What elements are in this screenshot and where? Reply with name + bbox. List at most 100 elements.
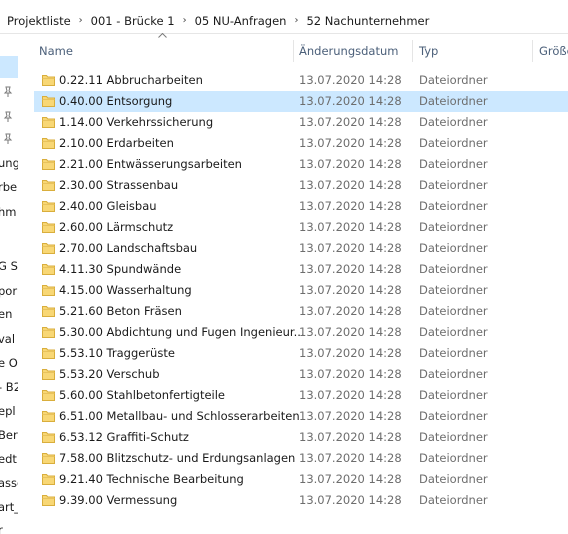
folder-icon xyxy=(42,74,55,86)
folder-icon xyxy=(42,263,55,275)
file-date: 13.07.2020 14:28 xyxy=(299,94,402,108)
column-header-name[interactable]: Name xyxy=(39,38,73,64)
file-row[interactable]: 2.70.00 Landschaftsbau 13.07.2020 14:28 Da… xyxy=(34,238,568,259)
file-date: 13.07.2020 14:28 xyxy=(299,283,402,297)
nav-item[interactable]: - B2 xyxy=(0,380,18,394)
file-type: Dateiordner xyxy=(419,73,488,87)
file-type: Dateiordner xyxy=(419,388,488,402)
column-header-size[interactable]: Größe xyxy=(539,38,568,64)
file-type: Dateiordner xyxy=(419,472,488,486)
nav-item[interactable]: hm xyxy=(0,205,17,219)
folder-icon xyxy=(42,179,55,191)
file-date: 13.07.2020 14:28 xyxy=(299,493,402,507)
nav-item[interactable]: asse xyxy=(0,476,18,490)
navigation-pane: ung rbe hm G S por en val e O - B2 epl B… xyxy=(0,34,18,534)
file-date: 13.07.2020 14:28 xyxy=(299,388,402,402)
file-name: 5.53.10 Traggerüste xyxy=(59,346,175,360)
column-divider[interactable] xyxy=(532,40,533,62)
nav-item[interactable]: rbe xyxy=(0,180,17,194)
file-name: 2.30.00 Strassenbau xyxy=(59,178,179,192)
folder-icon xyxy=(42,200,55,212)
file-name: 2.21.00 Entwässerungsarbeiten xyxy=(59,157,242,171)
file-date: 13.07.2020 14:28 xyxy=(299,178,402,192)
file-date: 13.07.2020 14:28 xyxy=(299,409,402,423)
folder-icon xyxy=(42,389,55,401)
file-type: Dateiordner xyxy=(419,241,488,255)
file-row[interactable]: 0.40.00 Entsorgung 13.07.2020 14:28 Dateio… xyxy=(34,91,568,112)
nav-item[interactable]: en xyxy=(0,307,12,321)
nav-item[interactable]: G S xyxy=(0,259,18,273)
file-date: 13.07.2020 14:28 xyxy=(299,346,402,360)
file-name: 9.39.00 Vermessung xyxy=(59,493,178,507)
file-row[interactable]: 7.58.00 Blitzschutz- und Erdungsanlagen 1… xyxy=(34,448,568,469)
file-row[interactable]: 2.21.00 Entwässerungsarbeiten 13.07.2020 … xyxy=(34,154,568,175)
file-row[interactable]: 5.21.60 Beton Fräsen 13.07.2020 14:28 Date… xyxy=(34,301,568,322)
breadcrumb-label: 52 Nachunternehmer xyxy=(306,13,430,28)
file-row[interactable]: 6.51.00 Metallbau- und Schlosserarbeiten… xyxy=(34,406,568,427)
column-header-date[interactable]: Änderungsdatum xyxy=(299,38,398,64)
file-date: 13.07.2020 14:28 xyxy=(299,304,402,318)
chevron-right-icon[interactable]: › xyxy=(73,15,89,26)
folder-icon xyxy=(42,221,55,233)
file-name: 0.40.00 Entsorgung xyxy=(59,94,173,108)
chevron-right-icon[interactable]: › xyxy=(177,15,193,26)
file-name: 5.60.00 Stahlbetonfertigteile xyxy=(59,388,226,402)
file-name: 5.30.00 Abdichtung und Fugen Ingenieur..… xyxy=(59,325,305,339)
folder-icon xyxy=(42,347,55,359)
nav-item[interactable]: Berli xyxy=(0,428,18,442)
column-header-type[interactable]: Typ xyxy=(419,38,438,64)
nav-item[interactable]: r xyxy=(0,523,3,534)
file-row[interactable]: 0.22.11 Abbrucharbeiten 13.07.2020 14:28 D… xyxy=(34,70,568,91)
file-date: 13.07.2020 14:28 xyxy=(299,136,402,150)
file-type: Dateiordner xyxy=(419,367,488,381)
file-type: Dateiordner xyxy=(419,136,488,150)
file-type: Dateiordner xyxy=(419,493,488,507)
nav-item[interactable]: edt xyxy=(0,452,17,466)
file-row[interactable]: 2.60.00 Lärmschutz 13.07.2020 14:28 Dateio… xyxy=(34,217,568,238)
sort-up-icon xyxy=(158,30,167,41)
file-row[interactable]: 9.21.40 Technische Bearbeitung 13.07.2020… xyxy=(34,469,568,490)
file-row[interactable]: 2.30.00 Strassenbau 13.07.2020 14:28 Datei… xyxy=(34,175,568,196)
nav-item[interactable]: val xyxy=(0,332,15,346)
file-row[interactable]: 4.15.00 Wasserhaltung 13.07.2020 14:28 Dat… xyxy=(34,280,568,301)
breadcrumb-item-nachunternehmer[interactable]: 52 Nachunternehmer xyxy=(304,14,431,28)
breadcrumb-label: 001 - Brücke 1 xyxy=(90,13,175,28)
file-date: 13.07.2020 14:28 xyxy=(299,199,402,213)
breadcrumb-item-nu-anfragen[interactable]: 05 NU-Anfragen xyxy=(193,14,289,28)
chevron-right-icon[interactable]: › xyxy=(288,15,304,26)
file-row[interactable]: 5.53.10 Traggerüste 13.07.2020 14:28 Datei… xyxy=(34,343,568,364)
nav-item[interactable]: por xyxy=(0,284,17,298)
nav-item[interactable]: art_ xyxy=(0,500,18,514)
column-divider[interactable] xyxy=(412,40,413,62)
file-row[interactable]: 6.53.12 Graffiti-Schutz 13.07.2020 14:28 D… xyxy=(34,427,568,448)
breadcrumb-label: Projektliste xyxy=(7,13,71,28)
nav-item-selected[interactable] xyxy=(0,56,18,78)
breadcrumb-item-bruecke[interactable]: 001 - Brücke 1 xyxy=(89,14,177,28)
file-row[interactable]: 9.39.00 Vermessung 13.07.2020 14:28 Dateio… xyxy=(34,490,568,511)
nav-item[interactable]: e O xyxy=(0,356,18,370)
column-divider[interactable] xyxy=(293,40,294,62)
file-row[interactable]: 2.40.00 Gleisbau 13.07.2020 14:28 Dateiord… xyxy=(34,196,568,217)
file-date: 13.07.2020 14:28 xyxy=(299,430,402,444)
file-date: 13.07.2020 14:28 xyxy=(299,472,402,486)
file-date: 13.07.2020 14:28 xyxy=(299,73,402,87)
file-name: 4.11.30 Spundwände xyxy=(59,262,182,276)
nav-item[interactable]: ung xyxy=(0,156,18,170)
file-row[interactable]: 1.14.00 Verkehrssicherung 13.07.2020 14:2… xyxy=(34,112,568,133)
file-name: 4.15.00 Wasserhaltung xyxy=(59,283,192,297)
pin-icon xyxy=(3,133,13,145)
file-row[interactable]: 2.10.00 Erdarbeiten 13.07.2020 14:28 Datei… xyxy=(34,133,568,154)
pin-icon xyxy=(3,86,13,98)
file-row[interactable]: 5.30.00 Abdichtung und Fugen Ingenieur..… xyxy=(34,322,568,343)
file-name: 9.21.40 Technische Bearbeitung xyxy=(59,472,244,486)
file-list: 0.22.11 Abbrucharbeiten 13.07.2020 14:28 D… xyxy=(34,70,568,511)
file-name: 2.40.00 Gleisbau xyxy=(59,199,157,213)
file-row[interactable]: 5.60.00 Stahlbetonfertigteile 13.07.2020 … xyxy=(34,385,568,406)
file-type: Dateiordner xyxy=(419,178,488,192)
nav-item[interactable]: epl xyxy=(0,404,16,418)
file-row[interactable]: 4.11.30 Spundwände 13.07.2020 14:28 Dateio… xyxy=(34,259,568,280)
folder-icon xyxy=(42,368,55,380)
file-type: Dateiordner xyxy=(419,430,488,444)
breadcrumb-item-projektliste[interactable]: Projektliste xyxy=(0,14,73,28)
file-row[interactable]: 5.53.20 Verschub 13.07.2020 14:28 Dateiord… xyxy=(34,364,568,385)
